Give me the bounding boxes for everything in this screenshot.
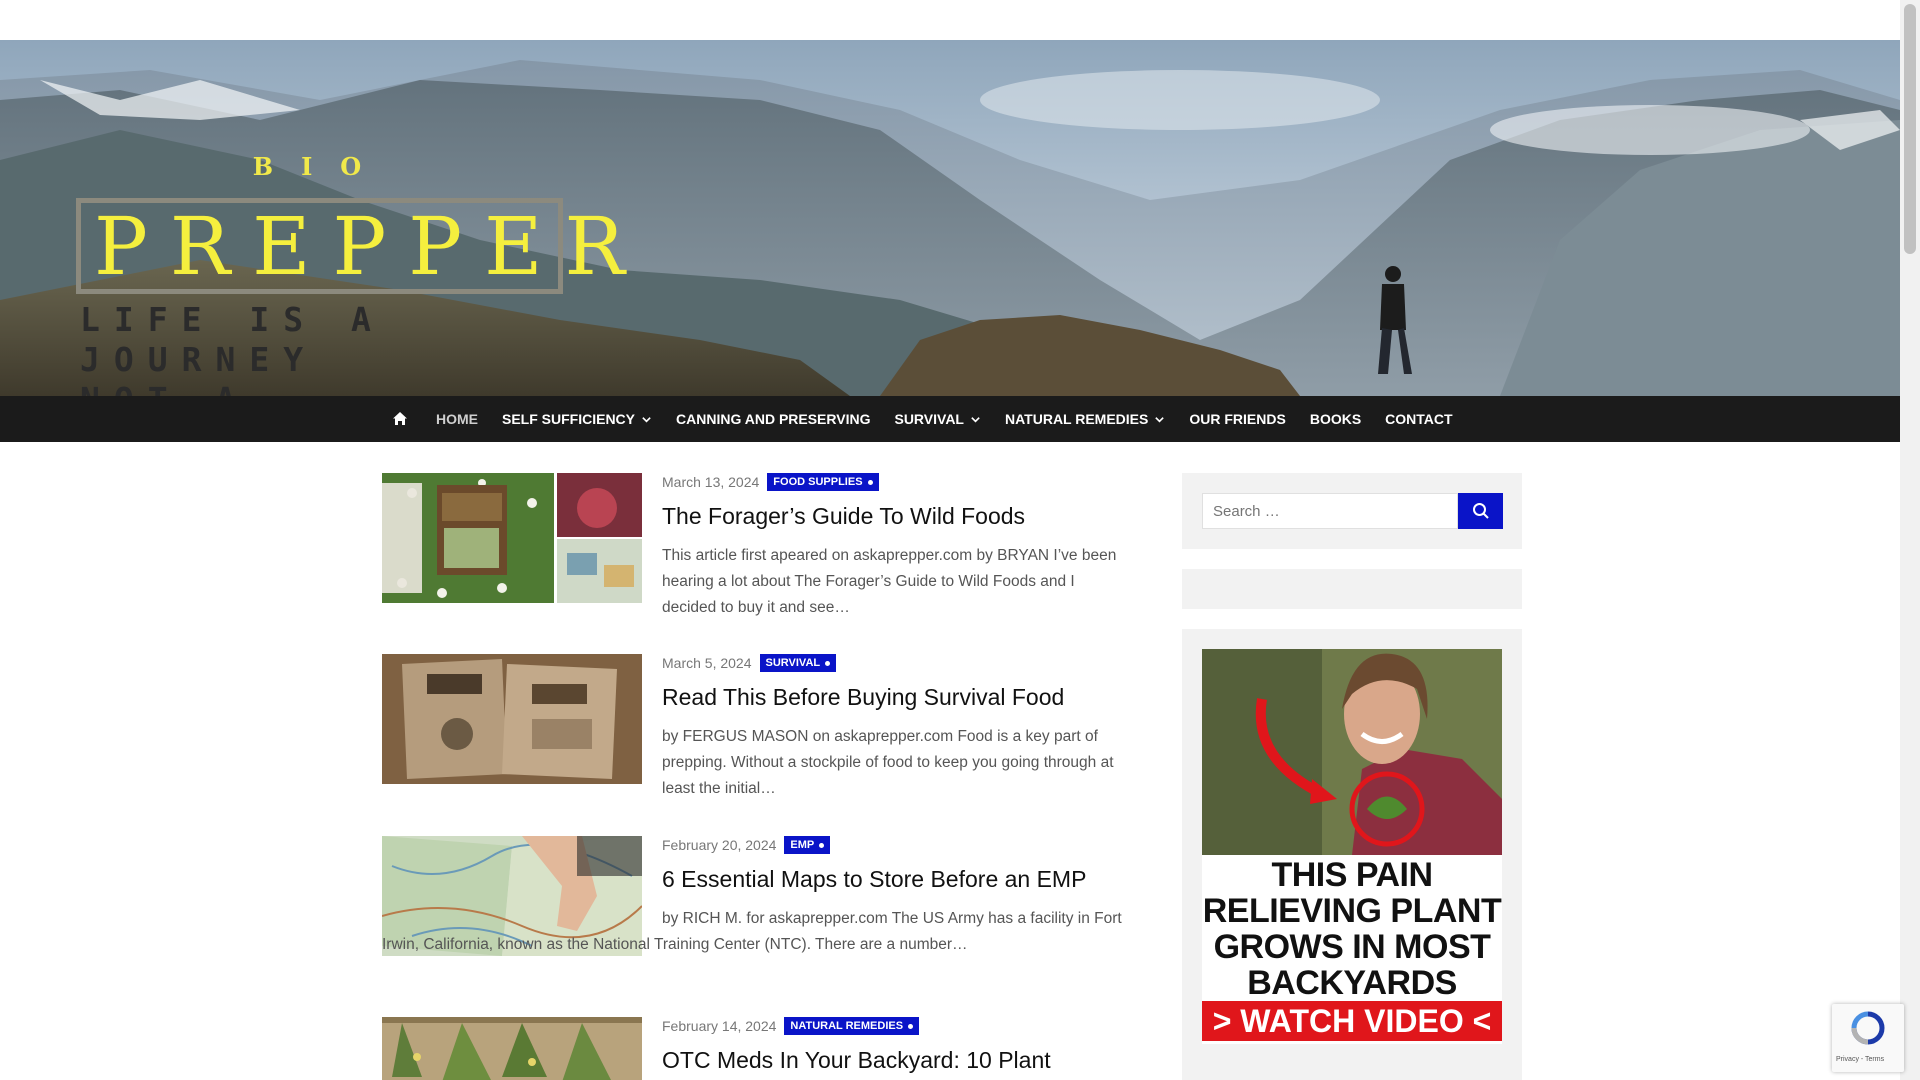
home-icon[interactable] bbox=[392, 408, 414, 430]
post-title[interactable]: The Forager’s Guide To Wild Foods bbox=[662, 503, 1025, 530]
dot-icon bbox=[908, 1023, 914, 1029]
post-excerpt-text: by RICH M. for askaprepper.com The US Ar… bbox=[382, 910, 1122, 953]
ad-photo bbox=[1202, 649, 1502, 855]
post-thumbnail[interactable] bbox=[382, 473, 642, 603]
nav-item-label: HOME bbox=[436, 411, 478, 427]
recaptcha-badge[interactable]: Privacy - Terms bbox=[1832, 1004, 1904, 1072]
empty-widget bbox=[1182, 569, 1522, 609]
dot-icon bbox=[819, 842, 825, 848]
post-meta: March 13, 2024 FOOD SUPPLIES bbox=[662, 473, 879, 491]
search-button[interactable] bbox=[1458, 493, 1503, 529]
search-input[interactable] bbox=[1202, 493, 1458, 529]
nav-item-contact[interactable]: CONTACT bbox=[1385, 411, 1452, 427]
category-label: EMP bbox=[790, 839, 815, 851]
category-label: NATURAL REMEDIES bbox=[790, 1020, 904, 1032]
dot-icon bbox=[867, 479, 873, 485]
tagline-line-2: NOT A DESTINATION bbox=[80, 380, 570, 396]
recaptcha-icon bbox=[1851, 1011, 1885, 1045]
post-meta: February 20, 2024 EMP bbox=[662, 836, 831, 854]
nav-item-natural-remedies[interactable]: NATURAL REMEDIES bbox=[1005, 411, 1165, 427]
nav-item-our-friends[interactable]: OUR FRIENDS bbox=[1189, 411, 1285, 427]
ad-widget: THIS PAIN RELIEVING PLANT GROWS IN MOST … bbox=[1182, 629, 1522, 1080]
logo-prepper-text: PREPPER bbox=[94, 200, 647, 293]
nav-item-label: SURVIVAL bbox=[894, 411, 964, 427]
nav-item-canning[interactable]: CANNING AND PRESERVING bbox=[676, 411, 870, 427]
nav-item-label: NATURAL REMEDIES bbox=[1004, 411, 1149, 427]
dot-icon bbox=[825, 660, 831, 666]
category-badge[interactable]: NATURAL REMEDIES bbox=[784, 1017, 920, 1035]
ad-banner[interactable]: THIS PAIN RELIEVING PLANT GROWS IN MOST … bbox=[1202, 649, 1502, 1044]
nav-item-survival[interactable]: SURVIVAL bbox=[894, 411, 981, 427]
nav-item-self-sufficiency[interactable]: SELF SUFFICIENCY bbox=[502, 411, 652, 427]
post-thumbnail[interactable] bbox=[382, 1017, 642, 1080]
top-strip bbox=[0, 0, 1900, 40]
post-date[interactable]: March 13, 2024 bbox=[662, 474, 759, 490]
post-item: March 13, 2024 FOOD SUPPLIES The Forager… bbox=[382, 473, 1122, 623]
post-excerpt: This article first apeared on askapreppe… bbox=[662, 547, 1117, 616]
category-label: FOOD SUPPLIES bbox=[773, 476, 863, 488]
category-badge[interactable]: FOOD SUPPLIES bbox=[767, 473, 879, 491]
scrollbar-thumb[interactable] bbox=[1904, 4, 1916, 254]
nav-item-label: CONTACT bbox=[1385, 411, 1453, 427]
post-date[interactable]: February 14, 2024 bbox=[662, 1018, 776, 1034]
search-icon bbox=[1472, 503, 1489, 519]
post-meta: February 14, 2024 NATURAL REMEDIES bbox=[662, 1017, 920, 1035]
post-date[interactable]: February 20, 2024 bbox=[662, 837, 776, 853]
chevron-down-icon bbox=[642, 416, 651, 423]
post-excerpt: by RICH M. for askaprepper.com The US Ar… bbox=[382, 906, 1122, 958]
nav-item-label: SELF SUFFICIENCY bbox=[502, 411, 636, 427]
post-meta: March 5, 2024 SURVIVAL bbox=[662, 654, 837, 672]
logo-bio-text: BIO bbox=[252, 152, 390, 181]
post-date[interactable]: March 5, 2024 bbox=[662, 655, 752, 671]
post-title[interactable]: 6 Essential Maps to Store Before an EMP bbox=[662, 866, 1086, 893]
chevron-down-icon bbox=[971, 416, 980, 423]
watch-video-button[interactable]: > WATCH VIDEO < bbox=[1202, 1001, 1502, 1041]
post-title[interactable]: Read This Before Buying Survival Food bbox=[662, 684, 1064, 711]
category-badge[interactable]: SURVIVAL bbox=[759, 654, 837, 672]
post-item: February 14, 2024 NATURAL REMEDIES OTC M… bbox=[382, 1017, 1122, 1080]
category-badge[interactable]: EMP bbox=[784, 836, 831, 854]
nav-item-label: OUR FRIENDS bbox=[1189, 411, 1286, 427]
nav-item-home[interactable]: HOME bbox=[436, 411, 478, 427]
header-banner: BIO PREPPER LIFE IS A JOURNEY NOT A DEST… bbox=[0, 40, 1900, 396]
page-scrollbar[interactable] bbox=[1900, 0, 1920, 1080]
nav-item-books[interactable]: BOOKS bbox=[1310, 411, 1361, 427]
ad-headline: THIS PAIN RELIEVING PLANT GROWS IN MOST … bbox=[1202, 856, 1502, 1002]
post-item: March 5, 2024 SURVIVAL Read This Before … bbox=[382, 654, 1122, 804]
post-title[interactable]: OTC Meds In Your Backyard: 10 Plant bbox=[662, 1047, 1051, 1074]
recaptcha-footer[interactable]: Privacy - Terms bbox=[1836, 1056, 1884, 1063]
site-tagline: LIFE IS A JOURNEY NOT A DESTINATION bbox=[80, 300, 570, 396]
post-thumbnail[interactable] bbox=[382, 654, 642, 784]
chevron-down-icon bbox=[1155, 416, 1165, 423]
tagline-line-1: LIFE IS A JOURNEY bbox=[80, 300, 385, 379]
category-label: SURVIVAL bbox=[765, 657, 821, 669]
main-navigation: HOME SELF SUFFICIENCY CANNING AND PRESER… bbox=[0, 396, 1900, 442]
nav-item-label: BOOKS bbox=[1309, 411, 1362, 427]
post-excerpt: by FERGUS MASON on askaprepper.com Food … bbox=[662, 728, 1114, 797]
nav-item-label: CANNING AND PRESERVING bbox=[676, 411, 871, 427]
post-item: February 20, 2024 EMP 6 Essential Maps t… bbox=[382, 836, 1122, 986]
search-widget bbox=[1182, 473, 1522, 549]
